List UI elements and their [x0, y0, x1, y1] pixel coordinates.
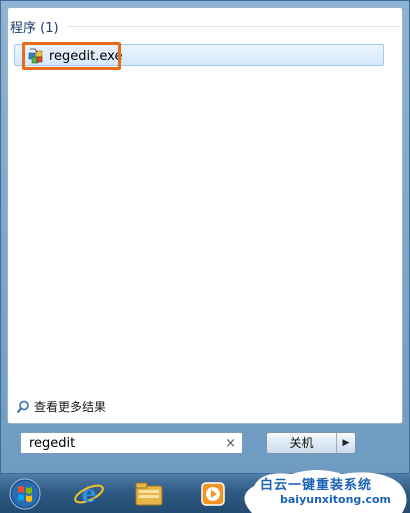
shutdown-options-icon[interactable]: ▶: [336, 433, 355, 453]
programs-group-header: 程序 (1): [10, 16, 400, 36]
watermark-logo: 白云一键重装系统 baiyunxitong.com: [232, 466, 408, 513]
watermark-url: baiyunxitong.com: [280, 493, 392, 506]
group-divider: [66, 25, 400, 27]
search-icon: [16, 400, 29, 413]
internet-explorer-icon[interactable]: e: [72, 477, 106, 511]
shutdown-button[interactable]: 关机 ▶: [266, 432, 356, 454]
svg-text:e: e: [81, 479, 96, 508]
group-title: 程序 (1): [10, 20, 59, 36]
see-more-results-link[interactable]: 查看更多结果: [16, 398, 106, 415]
highlight-frame: [22, 42, 121, 70]
search-input-value[interactable]: regedit: [29, 436, 75, 451]
start-orb-icon[interactable]: [8, 477, 42, 511]
folder-icon[interactable]: [132, 477, 166, 511]
shutdown-label[interactable]: 关机: [267, 433, 336, 453]
search-input[interactable]: regedit ×: [20, 432, 243, 454]
see-more-label[interactable]: 查看更多结果: [34, 398, 106, 415]
watermark-title: 白云一键重装系统: [260, 478, 373, 493]
clear-search-icon[interactable]: ×: [225, 436, 236, 451]
media-player-icon[interactable]: [196, 477, 230, 511]
